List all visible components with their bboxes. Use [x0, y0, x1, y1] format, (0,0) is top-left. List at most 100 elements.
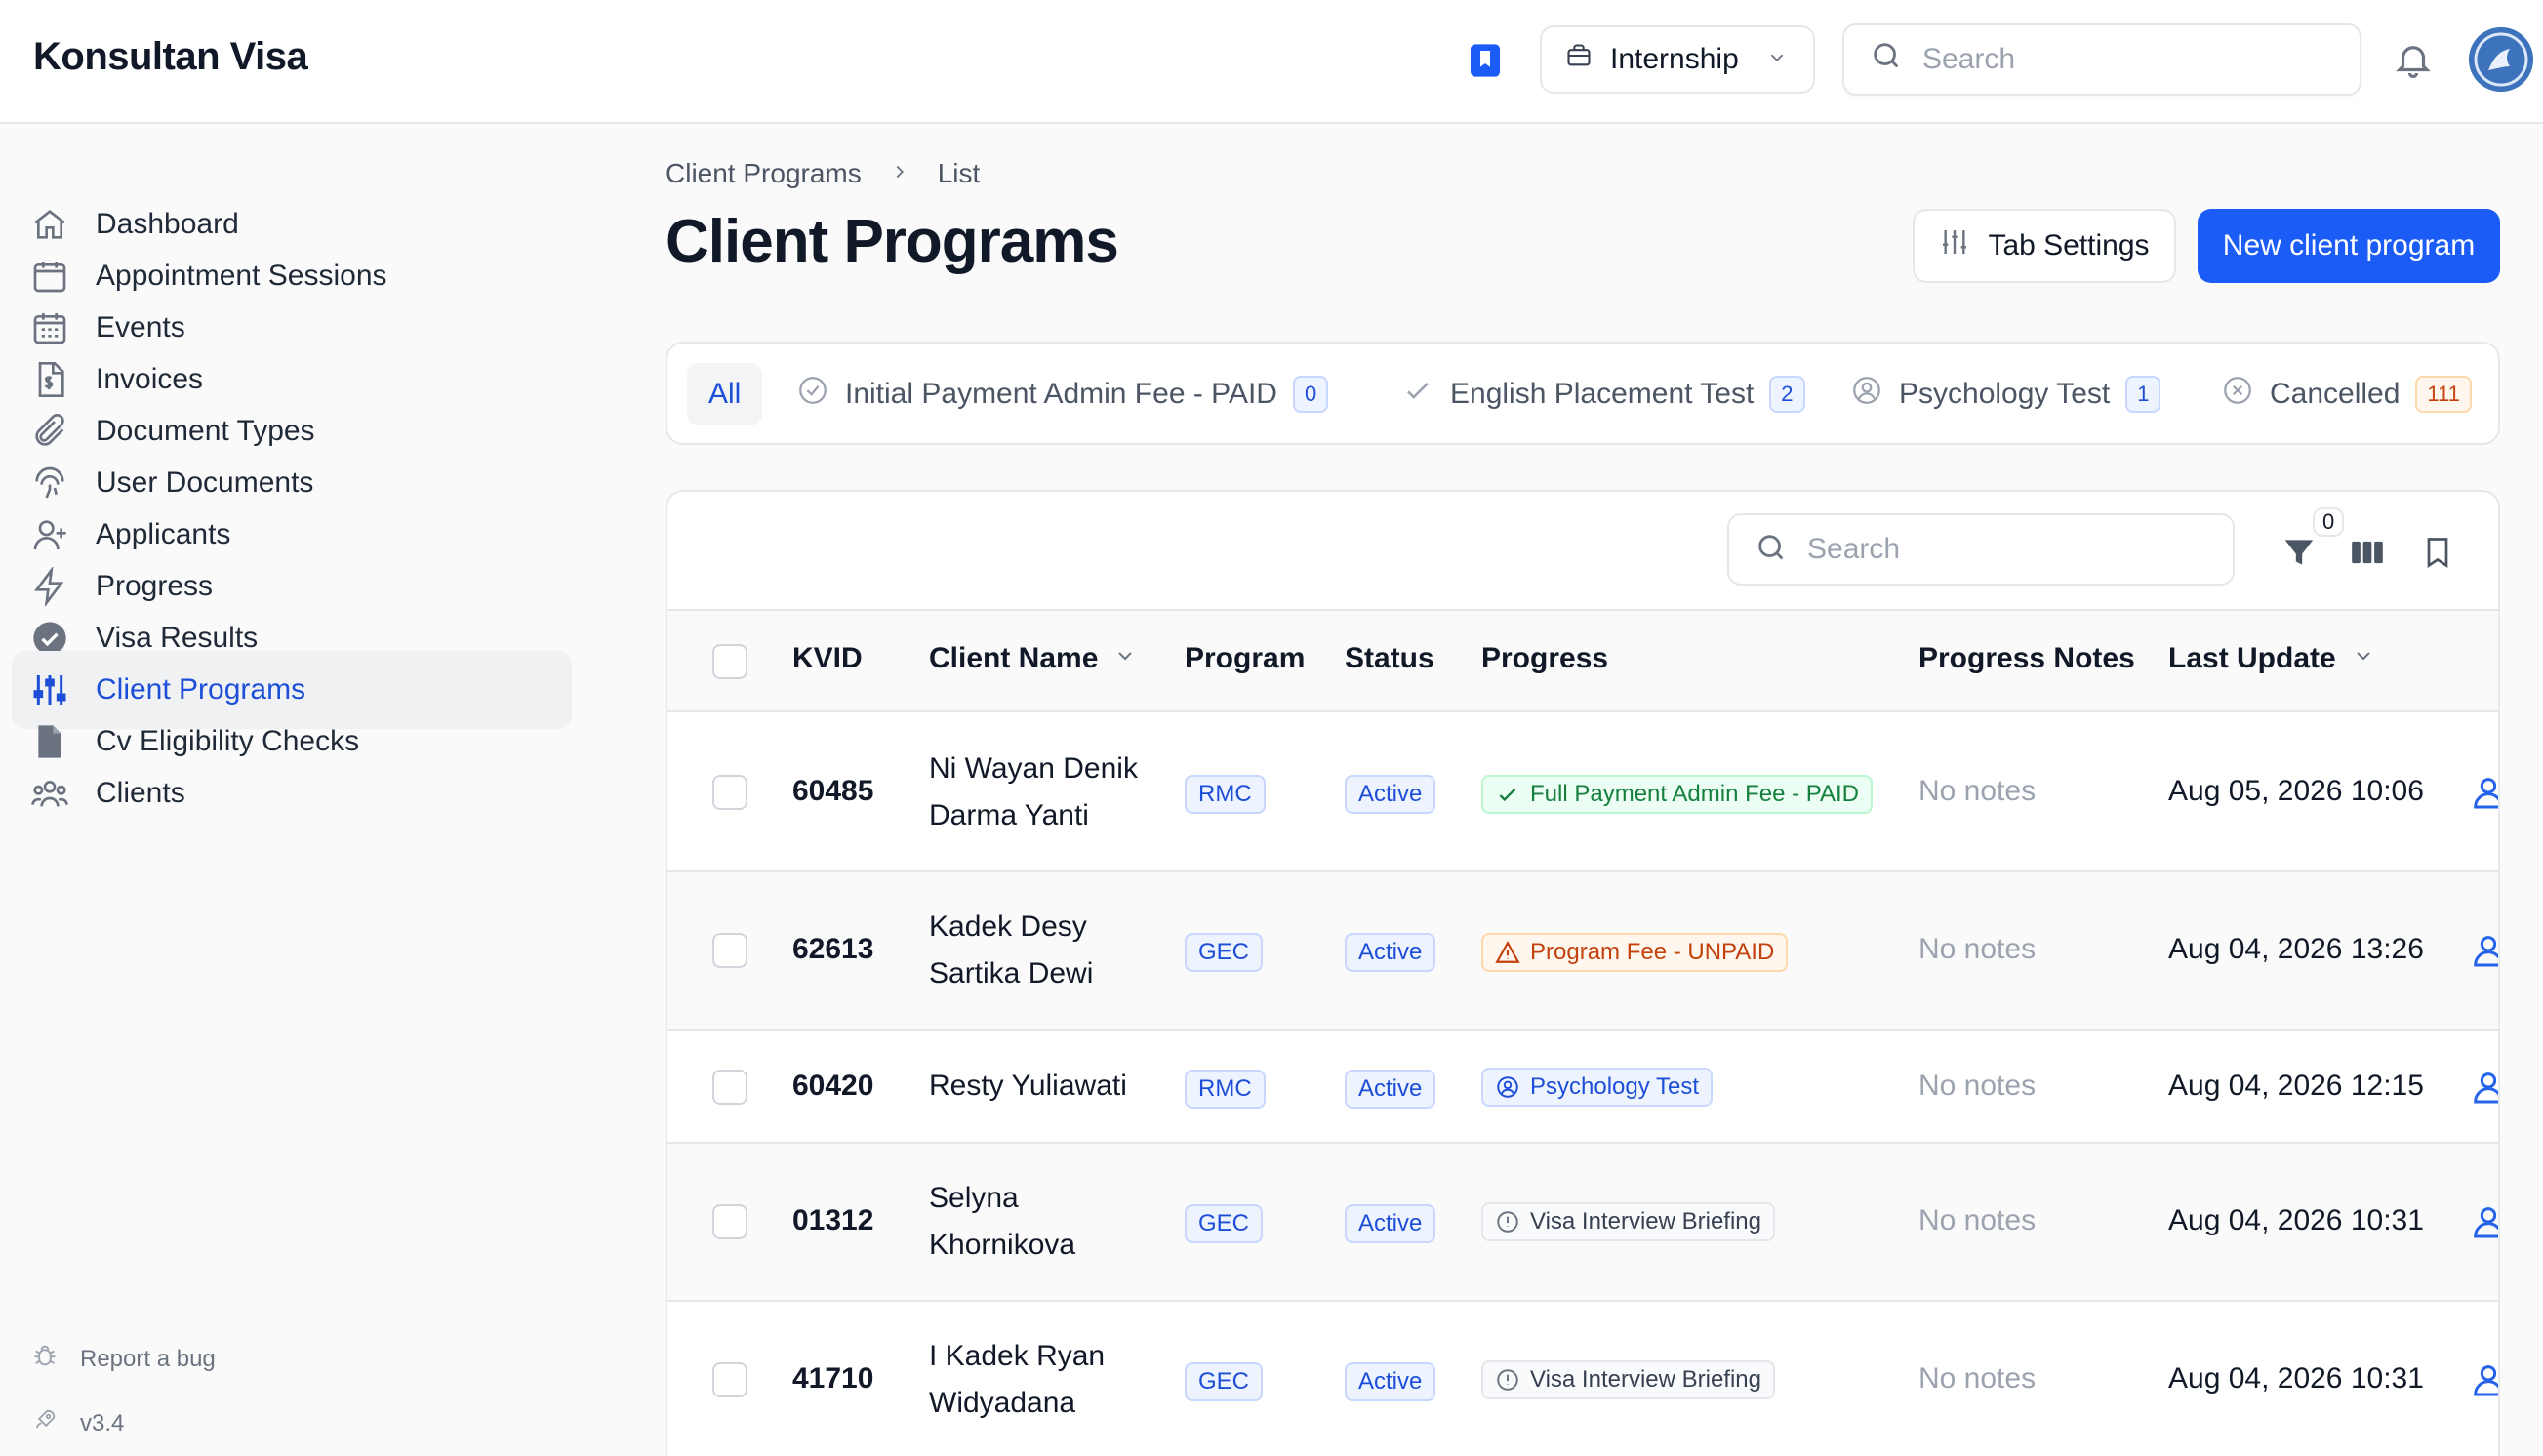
progress-badge: Psychology Test	[1481, 1068, 1713, 1107]
bookmark-icon[interactable]	[1464, 39, 1507, 82]
client-name-line: Darma Yanti	[929, 799, 1089, 831]
column-progress[interactable]: Progress	[1481, 642, 1608, 675]
kvid-cell: 01312	[792, 1204, 874, 1236]
user-icon[interactable]	[2469, 1202, 2498, 1241]
status-badge: Active	[1345, 1362, 1436, 1401]
status-badge: Active	[1345, 933, 1436, 972]
column-label: Status	[1345, 642, 1434, 674]
client-name-line: Kadek Desy	[929, 910, 1087, 943]
new-client-program-button[interactable]: New client program	[2198, 209, 2500, 283]
columns-icon[interactable]	[2346, 531, 2389, 574]
chevron-right-icon	[889, 158, 910, 189]
avatar[interactable]	[2469, 27, 2533, 92]
client-name-cell[interactable]: Ni Wayan Denik Darma Yanti	[929, 746, 1138, 839]
client-name-line: Resty Yuliawati	[929, 1070, 1127, 1102]
briefcase-icon	[1565, 42, 1593, 77]
progress-notes-cell: No notes	[1918, 933, 2037, 965]
report-bug-label: Report a bug	[80, 1345, 216, 1372]
sidebar-item-label: Dashboard	[96, 208, 239, 240]
kvid-cell: 60485	[792, 775, 874, 807]
progress-notes-cell: No notes	[1918, 1204, 2037, 1236]
program-badge: GEC	[1185, 933, 1264, 972]
row-checkbox[interactable]	[712, 1204, 747, 1239]
sidebar-item-label: Clients	[96, 777, 185, 809]
info-circle-icon	[1497, 1211, 1518, 1233]
row-checkbox[interactable]	[712, 1362, 747, 1397]
user-icon[interactable]	[2469, 1360, 2498, 1399]
column-program[interactable]: Program	[1185, 642, 1305, 675]
column-client-name[interactable]: Client Name	[929, 642, 1137, 675]
tab-psychology-test[interactable]: Psychology Test 1	[1829, 363, 2182, 425]
client-name-cell[interactable]: Resty Yuliawati	[929, 1063, 1127, 1110]
tab-all[interactable]: All	[687, 363, 763, 425]
table-row[interactable]: 60420 Resty Yuliawati RMC Active Psychol…	[667, 1031, 2498, 1144]
row-checkbox[interactable]	[712, 775, 747, 810]
version-label: v3.4	[80, 1409, 125, 1436]
chevron-down-icon	[1766, 43, 1788, 76]
search-icon	[1755, 531, 1788, 569]
column-last-update[interactable]: Last Update	[2168, 642, 2375, 675]
table-search-input[interactable]	[1807, 533, 2217, 566]
client-name-cell[interactable]: Kadek Desy Sartika Dewi	[929, 904, 1093, 997]
tab-cancelled[interactable]: Cancelled 111	[2200, 363, 2493, 425]
warning-icon	[1495, 941, 1520, 963]
client-name-cell[interactable]: I Kadek Ryan Widyadana	[929, 1333, 1105, 1427]
column-label: Client Name	[929, 642, 1099, 674]
column-label: KVID	[792, 642, 863, 674]
report-bug-link[interactable]: Report a bug	[31, 1342, 216, 1376]
user-icon[interactable]	[2469, 931, 2498, 970]
bookmark-icon[interactable]	[2416, 531, 2459, 574]
tab-settings-button[interactable]: Tab Settings	[1913, 209, 2176, 283]
table-row[interactable]: 62613 Kadek Desy Sartika Dewi GEC Active …	[667, 872, 2498, 1031]
chevron-down-icon	[2352, 642, 2375, 675]
sidebar-item-label: Visa Results	[96, 622, 259, 654]
breadcrumb-client-programs[interactable]: Client Programs	[666, 158, 862, 189]
row-checkbox[interactable]	[712, 1070, 747, 1105]
table-row[interactable]: 41710 I Kadek Ryan Widyadana GEC Active V…	[667, 1302, 2498, 1456]
sidebar-item-label: Applicants	[96, 518, 231, 550]
sidebar-item-label: Appointment Sessions	[96, 260, 387, 292]
progress-notes-cell: No notes	[1918, 1362, 2037, 1395]
brand-title[interactable]: Konsultan Visa	[33, 35, 308, 79]
chevron-down-icon	[1113, 642, 1137, 675]
tab-label: Cancelled	[2270, 378, 2401, 410]
user-circle-icon	[1850, 374, 1883, 415]
search-icon	[1870, 39, 1903, 80]
last-update-cell: Aug 04, 2026 10:31	[2168, 1204, 2424, 1236]
column-progress-notes[interactable]: Progress Notes	[1918, 642, 2135, 675]
progress-badge: Program Fee - UNPAID	[1481, 933, 1789, 972]
sidebar-item-clients[interactable]: Clients	[12, 754, 572, 832]
table-row[interactable]: 01312 Selyna Khornikova GEC Active Visa I…	[667, 1144, 2498, 1302]
client-name-line: Khornikova	[929, 1229, 1076, 1261]
kvid-cell: 60420	[792, 1070, 874, 1102]
check-icon	[1499, 788, 1516, 802]
status-badge: Active	[1345, 775, 1436, 814]
client-name-cell[interactable]: Selyna Khornikova	[929, 1175, 1075, 1269]
tab-label: Psychology Test	[1899, 378, 2111, 410]
user-icon[interactable]	[2469, 1068, 2498, 1107]
tab-english-placement-test[interactable]: English Placement Test 2	[1380, 363, 1827, 425]
tenant-select[interactable]: Internship	[1540, 25, 1815, 94]
column-kvid[interactable]: KVID	[792, 642, 863, 675]
progress-badge: Visa Interview Briefing	[1481, 1202, 1775, 1241]
tab-label: All	[708, 378, 742, 410]
user-icon[interactable]	[2469, 773, 2498, 812]
global-search	[1842, 23, 2361, 96]
column-status[interactable]: Status	[1345, 642, 1434, 675]
global-search-input[interactable]	[1922, 43, 2332, 76]
progress-label: Program Fee - UNPAID	[1530, 939, 1775, 965]
filter-icon[interactable]	[2278, 531, 2321, 574]
info-circle-icon	[1497, 1369, 1518, 1391]
row-checkbox[interactable]	[712, 933, 747, 968]
tab-settings-label: Tab Settings	[1988, 229, 2150, 262]
adjustments-icon	[1939, 226, 1970, 265]
select-all-checkbox[interactable]	[712, 644, 747, 679]
progress-label: Psychology Test	[1530, 1073, 1699, 1100]
client-programs-table: 0 KVID Client Name Program Status Progre…	[666, 490, 2500, 1456]
version-info: v3.4	[31, 1406, 124, 1440]
last-update-cell: Aug 05, 2026 10:06	[2168, 775, 2424, 807]
tab-initial-payment-admin-fee-paid[interactable]: Initial Payment Admin Fee - PAID 0	[775, 363, 1350, 425]
sidebar: Dashboard Appointment Sessions Events In…	[0, 126, 585, 1456]
table-row[interactable]: 60485 Ni Wayan Denik Darma Yanti RMC Acti…	[667, 714, 2498, 872]
bell-icon[interactable]	[2393, 39, 2436, 82]
